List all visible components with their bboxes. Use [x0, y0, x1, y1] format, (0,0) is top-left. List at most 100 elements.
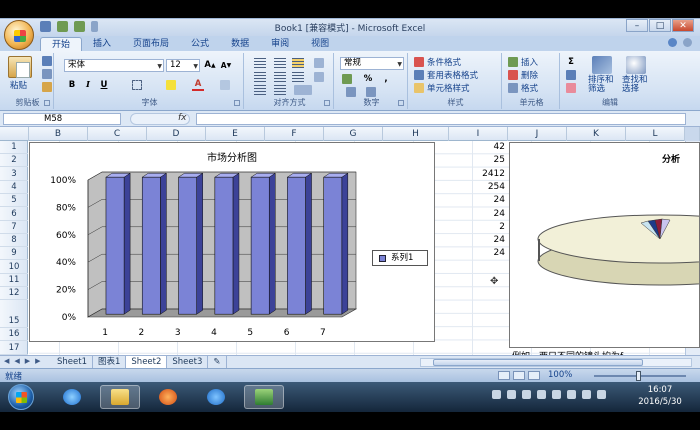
conditional-format-button[interactable]: 条件格式 — [427, 56, 461, 68]
format-painter-icon[interactable] — [42, 82, 52, 92]
horizontal-scrollbar[interactable] — [420, 358, 692, 367]
cell-i4[interactable]: 254 — [455, 181, 505, 194]
column-header[interactable]: K — [567, 127, 626, 141]
vscroll-up-arrow[interactable] — [685, 127, 700, 141]
tray-flag-icon[interactable] — [537, 390, 546, 399]
align-left-icon[interactable] — [254, 72, 266, 82]
tray-battery-icon[interactable] — [552, 390, 561, 399]
align-center-icon[interactable] — [274, 72, 286, 82]
system-clock[interactable]: 16:07 2016/5/30 — [630, 384, 690, 408]
tray-pen-icon[interactable] — [522, 390, 531, 399]
shrink-font-button[interactable]: A ▼ — [220, 59, 232, 71]
chart-legend[interactable]: 系列1 — [372, 250, 428, 266]
cell-i6[interactable]: 24 — [455, 208, 505, 221]
close-button[interactable]: ✕ — [672, 19, 694, 32]
format-as-table-icon[interactable] — [414, 70, 424, 80]
italic-button[interactable]: I — [82, 79, 94, 91]
borders-icon[interactable] — [132, 80, 142, 90]
row-header[interactable]: 7 — [0, 221, 28, 234]
next-sheet-arrow-icon[interactable]: ▶ — [25, 357, 30, 365]
tray-signal-icon[interactable] — [567, 390, 576, 399]
office-button[interactable] — [4, 20, 34, 50]
conditional-format-icon[interactable] — [414, 57, 424, 67]
row-header[interactable]: 9 — [0, 247, 28, 261]
currency-icon[interactable] — [342, 74, 352, 84]
zoom-level[interactable]: 100% — [548, 370, 572, 380]
align-right-icon[interactable] — [292, 72, 304, 82]
cell-i8[interactable]: 24 — [455, 234, 505, 247]
explorer-taskbar-button[interactable] — [100, 385, 140, 409]
media-player-taskbar-button[interactable] — [148, 385, 188, 409]
grow-font-button[interactable]: A ▲ — [204, 59, 216, 71]
ie-taskbar-button[interactable] — [52, 385, 92, 409]
cell-i2[interactable]: 25 — [455, 154, 505, 167]
cell-i1[interactable]: 42 — [455, 141, 505, 154]
page-layout-view-icon[interactable] — [513, 371, 525, 380]
format-cells-button[interactable]: 格式 — [521, 82, 538, 94]
normal-view-icon[interactable] — [498, 371, 510, 380]
analysis-pie-chart[interactable]: 分析 — [509, 142, 700, 348]
market-chart[interactable]: 市场分析图 0% 20% 40% 60% 80% 100% 1 2 3 4 5 6 7 系列1 — [29, 142, 435, 342]
tab-formulas[interactable]: 公式 — [180, 37, 220, 51]
select-all-corner[interactable] — [0, 127, 29, 141]
column-header[interactable]: C — [88, 127, 147, 141]
font-color-button[interactable]: A — [192, 79, 204, 91]
help-icon[interactable] — [668, 38, 677, 47]
ribbon-minimize-icon[interactable] — [683, 38, 692, 47]
cell-i3[interactable]: 2412 — [455, 168, 505, 181]
formula-input[interactable] — [196, 113, 686, 125]
row-header[interactable]: 3 — [0, 168, 28, 181]
font-name-select[interactable]: 宋体 ▼ — [64, 59, 164, 72]
format-cells-icon[interactable] — [508, 83, 518, 93]
zoom-slider[interactable] — [594, 371, 686, 381]
align-top-icon[interactable] — [254, 58, 266, 68]
alignment-launcher-icon[interactable] — [324, 100, 330, 106]
row-header[interactable]: 2 — [0, 154, 28, 168]
cell-styles-button[interactable]: 单元格样式 — [427, 82, 470, 94]
font-launcher-icon[interactable] — [234, 100, 240, 106]
tab-page-layout[interactable]: 页面布局 — [122, 37, 180, 51]
wrap-text-icon[interactable] — [314, 72, 324, 82]
minimize-button[interactable]: – — [626, 19, 648, 32]
sheet-tab-sheet3[interactable]: Sheet3 — [167, 356, 209, 368]
clear-icon[interactable] — [566, 83, 576, 93]
name-box[interactable]: M58 — [3, 113, 121, 125]
column-header[interactable]: B — [29, 127, 88, 141]
column-header[interactable]: H — [383, 127, 449, 141]
maximize-button[interactable]: □ — [649, 19, 671, 32]
tab-insert[interactable]: 插入 — [82, 37, 122, 51]
find-select-icon[interactable] — [626, 56, 646, 74]
tab-view[interactable]: 视图 — [300, 37, 340, 51]
start-button[interactable] — [8, 384, 34, 410]
copy-icon[interactable] — [42, 69, 52, 79]
row-header[interactable]: 4 — [0, 181, 28, 194]
increase-decimal-icon[interactable] — [346, 87, 356, 97]
row-header[interactable]: 11 — [0, 274, 28, 287]
number-format-select[interactable]: 常规 ▼ — [340, 57, 404, 70]
horizontal-scroll-thumb[interactable] — [433, 359, 643, 366]
excel-taskbar-button[interactable] — [244, 385, 284, 409]
increase-indent-icon[interactable] — [274, 85, 286, 95]
decrease-indent-icon[interactable] — [254, 85, 266, 95]
column-header[interactable]: G — [324, 127, 383, 141]
tray-network-icon[interactable] — [492, 390, 501, 399]
delete-cells-button[interactable]: 删除 — [521, 69, 538, 81]
row-header[interactable]: 17 — [0, 342, 28, 355]
autosum-button[interactable]: Σ — [566, 56, 576, 68]
row-header[interactable]: 6 — [0, 208, 28, 221]
prev-sheet-arrow-icon[interactable]: ◀ — [14, 357, 19, 365]
last-sheet-arrow-icon[interactable]: ▶ — [35, 357, 40, 365]
first-sheet-arrow-icon[interactable]: ◀ — [4, 357, 9, 365]
tab-review[interactable]: 审阅 — [260, 37, 300, 51]
row-header[interactable]: 1 — [0, 141, 28, 154]
percent-button[interactable]: % — [362, 73, 374, 85]
insert-cells-button[interactable]: 插入 — [521, 56, 538, 68]
cell-i5[interactable]: 24 — [455, 194, 505, 207]
row-header[interactable]: 15 — [0, 315, 28, 328]
sogou-taskbar-button[interactable] — [196, 385, 236, 409]
clipboard-launcher-icon[interactable] — [44, 100, 50, 106]
delete-cells-icon[interactable] — [508, 70, 518, 80]
column-header[interactable]: E — [206, 127, 265, 141]
tray-volume-icon[interactable] — [582, 390, 591, 399]
column-header[interactable]: F — [265, 127, 324, 141]
